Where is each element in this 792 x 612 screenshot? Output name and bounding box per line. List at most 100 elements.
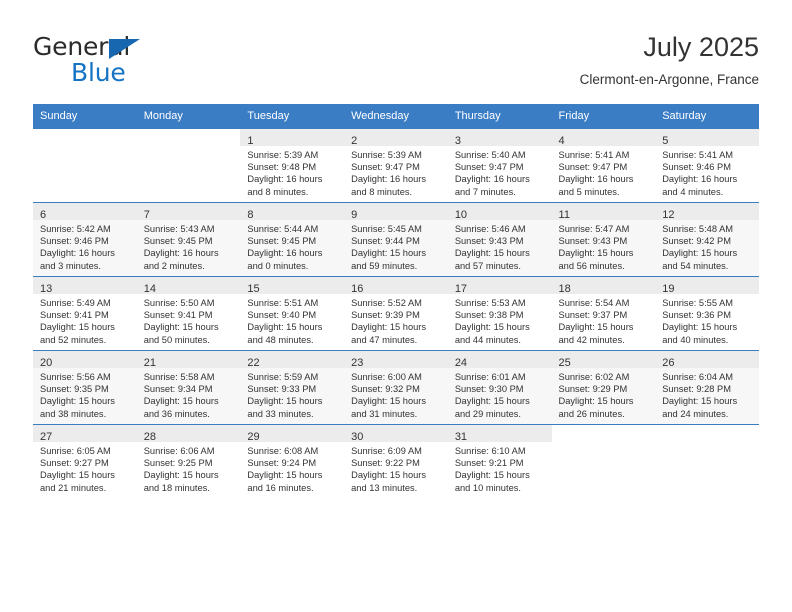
day-number: 18 [558, 283, 571, 295]
calendar-day-cell[interactable]: 4 Sunrise: 5:41 AM Sunset: 9:47 PM Daylight… [551, 128, 656, 203]
calendar-day-cell[interactable]: 25 Sunrise: 6:02 AM Sunset: 9:29 PM Dayligh… [551, 350, 656, 425]
calendar-day-cell[interactable]: 5 Sunrise: 5:41 AM Sunset: 9:46 PM Daylight… [655, 128, 759, 203]
calendar-day-cell[interactable]: 3 Sunrise: 5:40 AM Sunset: 9:47 PM Daylight… [447, 128, 552, 203]
day-number-bar: 26 [655, 351, 759, 369]
calendar-day-cell[interactable]: 12 Sunrise: 5:48 AM Sunset: 9:42 PM Dayligh… [655, 202, 759, 277]
weekday-header-saturday: Saturday [655, 104, 759, 129]
calendar-day-cell[interactable]: 9 Sunrise: 5:45 AM Sunset: 9:44 PM Daylight… [344, 202, 448, 277]
sunrise-line: Sunrise: 6:09 AM [351, 446, 422, 456]
page-title: July 2025 [643, 32, 759, 62]
daylight-line-2: and 54 minutes. [662, 260, 729, 271]
calendar-day-cell[interactable]: 10 Sunrise: 5:46 AM Sunset: 9:43 PM Dayligh… [447, 202, 552, 277]
calendar-day-cell[interactable]: 30 Sunrise: 6:09 AM Sunset: 9:22 PM Dayligh… [344, 424, 448, 498]
logo-blue-label: Blue [71, 58, 126, 87]
sunrise-line: Sunrise: 6:04 AM [662, 372, 734, 382]
calendar-day-cell[interactable]: 26 Sunrise: 6:04 AM Sunset: 9:28 PM Dayligh… [655, 350, 759, 425]
day-details: Sunrise: 5:58 AM Sunset: 9:34 PM Daylight:… [137, 368, 241, 420]
sunset-line: Sunset: 9:32 PM [351, 384, 420, 395]
daylight-line-1: Daylight: 16 hours [351, 174, 427, 185]
calendar-day-cell[interactable]: 19 Sunrise: 5:55 AM Sunset: 9:36 PM Dayligh… [655, 276, 759, 351]
sunset-line: Sunset: 9:47 PM [454, 162, 524, 173]
daylight-line-2: and 44 minutes. [454, 334, 521, 345]
day-details: Sunrise: 5:41 AM Sunset: 9:47 PM Daylight:… [552, 146, 656, 198]
daylight-line-1: Daylight: 16 hours [662, 174, 738, 185]
calendar-cell-empty [655, 424, 759, 498]
calendar-week-row: 20 Sunrise: 5:56 AM Sunset: 9:35 PM Dayligh… [33, 350, 759, 425]
sunset-line: Sunset: 9:36 PM [662, 310, 731, 321]
sunrise-line: Sunrise: 5:55 AM [662, 298, 734, 308]
day-number: 22 [247, 357, 260, 369]
daylight-line-1: Daylight: 15 hours [143, 322, 219, 333]
sunrise-line: Sunrise: 5:53 AM [454, 298, 526, 308]
day-details [655, 442, 759, 445]
day-number: 7 [143, 209, 150, 221]
daylight-line-1: Daylight: 15 hours [454, 248, 530, 259]
daylight-line-2: and 33 minutes. [247, 408, 314, 419]
day-number: 13 [40, 283, 53, 295]
calendar-day-cell[interactable]: 31 Sunrise: 6:10 AM Sunset: 9:21 PM Dayligh… [447, 424, 552, 498]
weekday-header-sunday: Sunday [33, 104, 137, 129]
day-details: Sunrise: 5:53 AM Sunset: 9:38 PM Daylight:… [448, 294, 552, 346]
day-details: Sunrise: 6:09 AM Sunset: 9:22 PM Daylight:… [344, 442, 448, 494]
calendar-day-cell[interactable]: 1 Sunrise: 5:39 AM Sunset: 9:48 PM Daylight… [240, 128, 345, 203]
day-details: Sunrise: 5:46 AM Sunset: 9:43 PM Daylight:… [448, 220, 552, 272]
calendar-day-cell[interactable]: 8 Sunrise: 5:44 AM Sunset: 9:45 PM Daylight… [240, 202, 345, 277]
calendar-day-cell[interactable]: 27 Sunrise: 6:05 AM Sunset: 9:27 PM Dayligh… [33, 424, 137, 498]
calendar-day-cell[interactable]: 6 Sunrise: 5:42 AM Sunset: 9:46 PM Daylight… [33, 202, 137, 277]
calendar-day-cell[interactable]: 7 Sunrise: 5:43 AM Sunset: 9:45 PM Daylight… [136, 202, 241, 277]
sunrise-line: Sunrise: 5:41 AM [662, 150, 734, 160]
calendar-day-cell[interactable]: 24 Sunrise: 6:01 AM Sunset: 9:30 PM Dayligh… [447, 350, 552, 425]
daylight-line-1: Daylight: 16 hours [247, 248, 323, 259]
day-number-bar: 30 [344, 425, 448, 443]
day-number-bar: 18 [551, 277, 656, 295]
weekday-header: Sunday Monday Tuesday Wednesday Thursday Frid… [33, 104, 759, 129]
sunrise-line: Sunrise: 5:43 AM [143, 224, 215, 234]
sunrise-line: Sunrise: 5:45 AM [351, 224, 422, 234]
calendar-day-cell[interactable]: 28 Sunrise: 6:06 AM Sunset: 9:25 PM Dayligh… [136, 424, 241, 498]
daylight-line-1: Daylight: 15 hours [662, 322, 738, 333]
day-details: Sunrise: 5:45 AM Sunset: 9:44 PM Daylight:… [344, 220, 448, 272]
day-details: Sunrise: 6:06 AM Sunset: 9:25 PM Daylight:… [137, 442, 241, 494]
day-details: Sunrise: 5:52 AM Sunset: 9:39 PM Daylight:… [344, 294, 448, 346]
calendar-day-cell[interactable]: 23 Sunrise: 6:00 AM Sunset: 9:32 PM Dayligh… [344, 350, 448, 425]
day-number-bar: 23 [344, 351, 448, 369]
day-number: 3 [454, 135, 461, 147]
calendar-day-cell[interactable]: 15 Sunrise: 5:51 AM Sunset: 9:40 PM Dayligh… [240, 276, 345, 351]
daylight-line-2: and 4 minutes. [662, 186, 724, 197]
calendar-day-cell[interactable]: 21 Sunrise: 5:58 AM Sunset: 9:34 PM Dayligh… [136, 350, 241, 425]
calendar-day-cell[interactable]: 20 Sunrise: 5:56 AM Sunset: 9:35 PM Dayligh… [33, 350, 137, 425]
calendar-week-row: 1 Sunrise: 5:39 AM Sunset: 9:48 PM Daylight… [33, 128, 759, 203]
calendar-day-cell[interactable]: 2 Sunrise: 5:39 AM Sunset: 9:47 PM Daylight… [344, 128, 448, 203]
day-number-bar: 7 [136, 203, 241, 221]
sunset-line: Sunset: 9:34 PM [143, 384, 213, 395]
calendar-day-cell[interactable]: 11 Sunrise: 5:47 AM Sunset: 9:43 PM Dayligh… [551, 202, 656, 277]
sunset-line: Sunset: 9:33 PM [247, 384, 317, 395]
calendar-day-cell[interactable]: 14 Sunrise: 5:50 AM Sunset: 9:41 PM Dayligh… [136, 276, 241, 351]
day-number-bar: 2 [344, 129, 448, 147]
calendar-day-cell[interactable]: 13 Sunrise: 5:49 AM Sunset: 9:41 PM Dayligh… [33, 276, 137, 351]
calendar-page: General Blue July 2025 Clermont-en-Argon… [0, 0, 792, 612]
general-blue-logo[interactable]: General Blue [33, 34, 253, 90]
daylight-line-2: and 31 minutes. [351, 408, 418, 419]
day-number: 6 [40, 209, 47, 221]
sunrise-line: Sunrise: 5:56 AM [40, 372, 111, 382]
day-number-bar: 19 [655, 277, 759, 295]
day-number-bar: 29 [240, 425, 345, 443]
day-number: 31 [454, 431, 468, 443]
calendar-day-cell[interactable]: 16 Sunrise: 5:52 AM Sunset: 9:39 PM Dayligh… [344, 276, 448, 351]
daylight-line-2: and 0 minutes. [247, 260, 309, 271]
day-details: Sunrise: 5:41 AM Sunset: 9:46 PM Daylight:… [655, 146, 759, 198]
calendar-day-cell[interactable]: 29 Sunrise: 6:08 AM Sunset: 9:24 PM Dayligh… [240, 424, 345, 498]
calendar-day-cell[interactable]: 18 Sunrise: 5:54 AM Sunset: 9:37 PM Dayligh… [551, 276, 656, 351]
daylight-line-1: Daylight: 15 hours [143, 470, 219, 481]
day-number: 29 [247, 431, 260, 443]
daylight-line-2: and 29 minutes. [454, 408, 521, 419]
calendar-day-cell[interactable]: 17 Sunrise: 5:53 AM Sunset: 9:38 PM Dayligh… [447, 276, 552, 351]
weekday-header-friday: Friday [551, 104, 656, 129]
daylight-line-2: and 36 minutes. [143, 408, 210, 419]
calendar-day-cell[interactable]: 22 Sunrise: 5:59 AM Sunset: 9:33 PM Dayligh… [240, 350, 345, 425]
day-number: 26 [662, 357, 675, 369]
daylight-line-1: Daylight: 15 hours [40, 322, 115, 333]
sunrise-line: Sunrise: 5:39 AM [247, 150, 319, 160]
sunrise-line: Sunrise: 5:49 AM [40, 298, 111, 308]
